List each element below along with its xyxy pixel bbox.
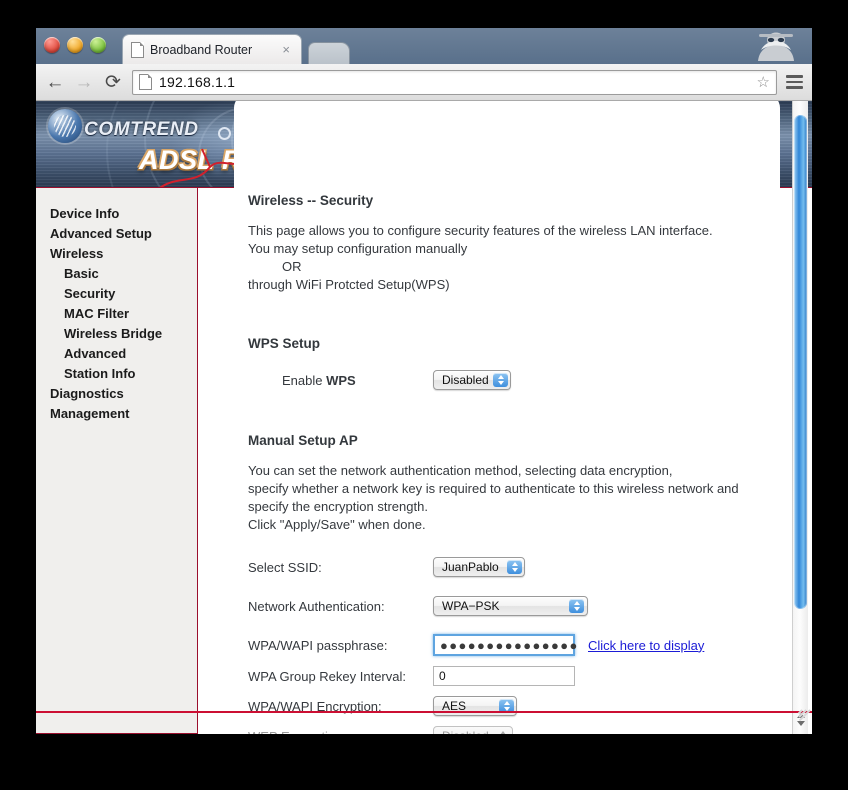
sidebar-item-diagnostics[interactable]: Diagnostics xyxy=(50,384,197,404)
intro-line-2: You may setup configuration manually xyxy=(248,241,468,256)
select-ssid-label: Select SSID: xyxy=(248,559,322,575)
rekey-interval-value: 0 xyxy=(439,669,446,683)
manual-desc-4: Click "Apply/Save" when done. xyxy=(248,517,426,532)
enable-wps-label: Enable WPS xyxy=(282,373,433,388)
scrollbar-thumb[interactable] xyxy=(794,115,807,609)
network-auth-select[interactable]: WPA−PSK xyxy=(433,596,588,616)
manual-desc-2: specify whether a network key is require… xyxy=(248,481,739,496)
reload-icon[interactable]: ⟳ xyxy=(103,72,123,92)
enable-wps-select[interactable]: Disabled xyxy=(433,370,511,390)
intro-line-4: through WiFi Protcted Setup(WPS) xyxy=(248,277,450,292)
sidebar-item-device-info[interactable]: Device Info xyxy=(50,204,197,224)
close-button[interactable] xyxy=(44,37,60,53)
sidebar-item-mac-filter[interactable]: MAC Filter xyxy=(50,304,197,324)
show-passphrase-link[interactable]: Click here to display xyxy=(588,638,704,653)
intro-line-or: OR xyxy=(282,259,302,274)
browser-tab[interactable]: Broadband Router × xyxy=(122,34,302,64)
bottom-red-rule xyxy=(36,711,812,713)
network-auth-row: Network Authentication: WPA−PSK xyxy=(248,595,762,617)
passphrase-row: WPA/WAPI passphrase: ●●●●●●●●●●●●●●● Cli… xyxy=(248,634,762,656)
url-text: 192.168.1.1 xyxy=(159,74,236,90)
passphrase-masked-value: ●●●●●●●●●●●●●●● xyxy=(440,637,579,653)
enable-wps-row: Enable WPS Disabled xyxy=(248,369,762,391)
tab-title: Broadband Router xyxy=(150,42,253,57)
intro-line-1: This page allows you to configure securi… xyxy=(248,223,713,238)
enable-wps-label-strong: WPS xyxy=(326,372,356,388)
sidebar-item-advanced[interactable]: Advanced xyxy=(50,344,197,364)
chevron-updown-icon[interactable] xyxy=(569,599,584,613)
incognito-spy-icon xyxy=(758,32,794,61)
bookmark-star-icon[interactable]: ☆ xyxy=(757,73,770,91)
scroll-down-icon[interactable] xyxy=(796,720,805,726)
manual-desc-3: specify the encryption strength. xyxy=(248,499,428,514)
window-controls xyxy=(44,37,106,53)
banner-dot-outline xyxy=(218,127,231,140)
chevron-updown-icon[interactable] xyxy=(493,373,508,387)
hamburger-menu-icon[interactable] xyxy=(786,75,803,89)
network-auth-label: Network Authentication: xyxy=(248,598,385,614)
manual-setup-heading: Manual Setup AP xyxy=(248,433,358,448)
network-auth-value: WPA−PSK xyxy=(442,599,500,613)
sidebar-item-station-info[interactable]: Station Info xyxy=(50,364,197,384)
passphrase-label: WPA/WAPI passphrase: xyxy=(248,637,388,653)
browser-toolbar: ← → ⟳ 192.168.1.1 ☆ xyxy=(36,64,812,101)
tab-strip: Broadband Router × xyxy=(36,28,812,65)
wep-encryption-label: WEP Encryption: xyxy=(248,729,433,735)
rekey-interval-row: WPA Group Rekey Interval: 0 xyxy=(248,665,762,687)
browser-window: Broadband Router × ← → ⟳ 192.168.1.1 ☆ C… xyxy=(36,28,812,734)
page-viewport: COMTREND ADSL Router Device Info Advance… xyxy=(36,101,812,734)
manual-desc-1: You can set the network authentication m… xyxy=(248,463,673,478)
rekey-interval-label: WPA Group Rekey Interval: xyxy=(248,668,406,684)
sidebar-item-basic[interactable]: Basic xyxy=(50,264,197,284)
select-ssid-select[interactable]: JuanPablo xyxy=(433,557,525,577)
encryption-select[interactable]: AES xyxy=(433,696,517,716)
wep-encryption-row: WEP Encryption: Disabled xyxy=(248,725,762,734)
chevron-updown-icon xyxy=(495,729,510,734)
sidebar-item-advanced-setup[interactable]: Advanced Setup xyxy=(50,224,197,244)
enable-wps-value: Disabled xyxy=(442,373,489,387)
sidebar-item-management[interactable]: Management xyxy=(50,404,197,424)
wep-encryption-value: Disabled xyxy=(434,729,493,734)
sidebar-item-wireless[interactable]: Wireless xyxy=(50,244,197,264)
select-ssid-value: JuanPablo xyxy=(442,560,499,574)
comtrend-globe-logo xyxy=(48,109,82,143)
brand-name: COMTREND xyxy=(84,119,199,140)
minimize-button[interactable] xyxy=(67,37,83,53)
new-tab-button[interactable] xyxy=(308,42,350,65)
address-bar[interactable]: 192.168.1.1 ☆ xyxy=(132,69,777,95)
vertical-scrollbar[interactable] xyxy=(792,101,808,734)
resize-grip[interactable] xyxy=(794,695,811,721)
page-icon xyxy=(139,74,152,90)
passphrase-input[interactable]: ●●●●●●●●●●●●●●● xyxy=(433,634,577,656)
chevron-updown-icon[interactable] xyxy=(507,560,522,574)
sidebar-item-security[interactable]: Security xyxy=(50,284,197,304)
sidebar-nav: Device Info Advanced Setup Wireless Basi… xyxy=(36,188,198,734)
page-title: Wireless -- Security xyxy=(248,193,374,208)
wps-setup-heading: WPS Setup xyxy=(248,336,321,351)
page-icon xyxy=(131,41,144,58)
close-icon[interactable]: × xyxy=(279,41,293,58)
encryption-row: WPA/WAPI Encryption: AES xyxy=(248,695,762,717)
forward-icon[interactable]: → xyxy=(74,72,94,92)
back-icon[interactable]: ← xyxy=(45,72,65,92)
sidebar-item-wireless-bridge[interactable]: Wireless Bridge xyxy=(50,324,197,344)
settings-form: Wireless -- Security This page allows yo… xyxy=(248,193,762,734)
wep-encryption-select: Disabled xyxy=(433,726,513,734)
rekey-interval-input[interactable]: 0 xyxy=(433,666,575,686)
select-ssid-row: Select SSID: JuanPablo xyxy=(248,556,762,578)
zoom-button[interactable] xyxy=(90,37,106,53)
enable-wps-label-prefix: Enable xyxy=(282,372,327,388)
